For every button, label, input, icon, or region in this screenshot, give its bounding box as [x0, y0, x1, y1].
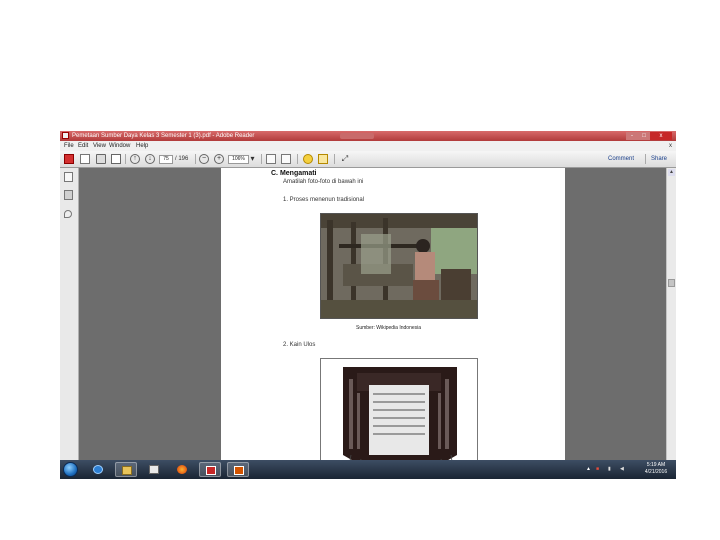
document-viewer: C. Mengamati Amatilah foto-foto di bawah…	[79, 168, 666, 460]
sticky-note-icon[interactable]	[303, 154, 313, 164]
minimize-button[interactable]: -	[626, 132, 638, 140]
scroll-up-icon[interactable]: ▲	[668, 169, 675, 176]
menu-view[interactable]: View	[93, 141, 106, 151]
navigation-pane	[60, 168, 79, 460]
firefox-logo	[177, 465, 187, 474]
vertical-scrollbar[interactable]: ▲	[666, 168, 676, 460]
windows-explorer-icon[interactable]	[115, 462, 137, 477]
adobe-reader-icon	[62, 132, 69, 139]
pdf-page: C. Mengamati Amatilah foto-foto di bawah…	[221, 168, 565, 460]
title-ghost	[340, 133, 374, 139]
clock-date: 4/21/2016	[644, 469, 668, 475]
ie-logo	[93, 465, 103, 474]
ulos-cloth-image	[321, 359, 477, 460]
toolbar-separator	[195, 154, 196, 164]
photo-caption: Sumber: Wikipedia Indonesia	[356, 325, 422, 331]
menu-help[interactable]: Help	[136, 141, 148, 151]
intro-text: Amatilah foto-foto di bawah ini	[283, 179, 364, 185]
open-file-icon[interactable]	[80, 154, 90, 164]
ulos-cloth-photo	[320, 358, 478, 460]
weaving-photo	[320, 213, 478, 319]
internet-explorer-icon[interactable]	[87, 462, 109, 477]
share-button[interactable]: Share	[651, 151, 667, 167]
page-total: / 196	[175, 156, 189, 162]
toolbar-separator	[334, 154, 335, 164]
adobe-reader-task-icon[interactable]	[199, 462, 221, 477]
section-heading: C. Mengamati	[271, 170, 317, 177]
zoom-out-icon[interactable]: −	[199, 154, 209, 164]
expand-icon[interactable]: ⤢	[340, 154, 350, 164]
attachments-icon[interactable]	[64, 210, 72, 218]
media-player-icon[interactable]	[143, 462, 165, 477]
show-hidden-icons[interactable]: ▲	[586, 460, 591, 479]
fit-page-icon[interactable]	[281, 154, 291, 164]
folder-icon	[122, 466, 132, 475]
bookmarks-icon[interactable]	[64, 190, 73, 200]
menu-window[interactable]: Window	[109, 141, 130, 151]
clock-time: 5:19 AM	[646, 462, 666, 468]
comment-button[interactable]: Comment	[608, 151, 634, 167]
window-title: Pemetaan Sumber Daya Kelas 3 Semester 1 …	[72, 133, 255, 139]
firefox-icon[interactable]	[171, 462, 193, 477]
action-center-icon[interactable]: ■	[596, 460, 599, 479]
zoom-dropdown-icon[interactable]: ▾	[249, 154, 256, 164]
menu-file[interactable]: File	[64, 141, 74, 151]
toolbar: ↑ ↓ 75 / 196 − + 106% ▾ ⤢ Comment Share	[60, 151, 676, 168]
maximize-button[interactable]: □	[638, 132, 650, 140]
weaving-photo-image	[321, 214, 477, 318]
toolbar-separator	[125, 154, 126, 164]
list-item-1: 1. Proses menenun tradisional	[283, 197, 365, 203]
powerpoint-logo	[234, 466, 244, 475]
toolbar-separator	[645, 154, 646, 164]
menu-close-icon[interactable]: x	[669, 141, 672, 151]
next-page-icon[interactable]: ↓	[145, 154, 155, 164]
previous-page-icon[interactable]: ↑	[130, 154, 140, 164]
network-icon[interactable]: ▮	[608, 460, 611, 479]
screenshot-frame: Pemetaan Sumber Daya Kelas 3 Semester 1 …	[60, 131, 676, 479]
system-clock[interactable]: 5:19 AM 4/21/2016	[640, 462, 672, 476]
highlight-icon[interactable]	[318, 154, 328, 164]
list-item-2: 2. Kain Ulos	[283, 342, 316, 348]
scrollbar-thumb[interactable]	[668, 279, 675, 287]
zoom-in-icon[interactable]: +	[214, 154, 224, 164]
powerpoint-icon[interactable]	[227, 462, 249, 477]
email-icon[interactable]	[111, 154, 121, 164]
fit-width-icon[interactable]	[266, 154, 276, 164]
page-number-input[interactable]: 75	[159, 155, 173, 164]
taskbar: ▲ ■ ▮ ◀ 5:19 AM 4/21/2016	[60, 460, 676, 479]
print-icon[interactable]	[96, 154, 106, 164]
zoom-input[interactable]: 106%	[228, 155, 249, 164]
start-button[interactable]	[63, 462, 78, 477]
play-icon	[149, 465, 159, 474]
adobe-logo	[206, 466, 216, 475]
menu-edit[interactable]: Edit	[78, 141, 88, 151]
title-bar: Pemetaan Sumber Daya Kelas 3 Semester 1 …	[60, 131, 676, 141]
page-thumbnails-icon[interactable]	[64, 172, 73, 182]
volume-icon[interactable]: ◀	[620, 460, 624, 479]
create-pdf-icon[interactable]	[64, 154, 74, 164]
toolbar-separator	[297, 154, 298, 164]
close-button[interactable]: x	[650, 132, 672, 140]
toolbar-separator	[261, 154, 262, 164]
